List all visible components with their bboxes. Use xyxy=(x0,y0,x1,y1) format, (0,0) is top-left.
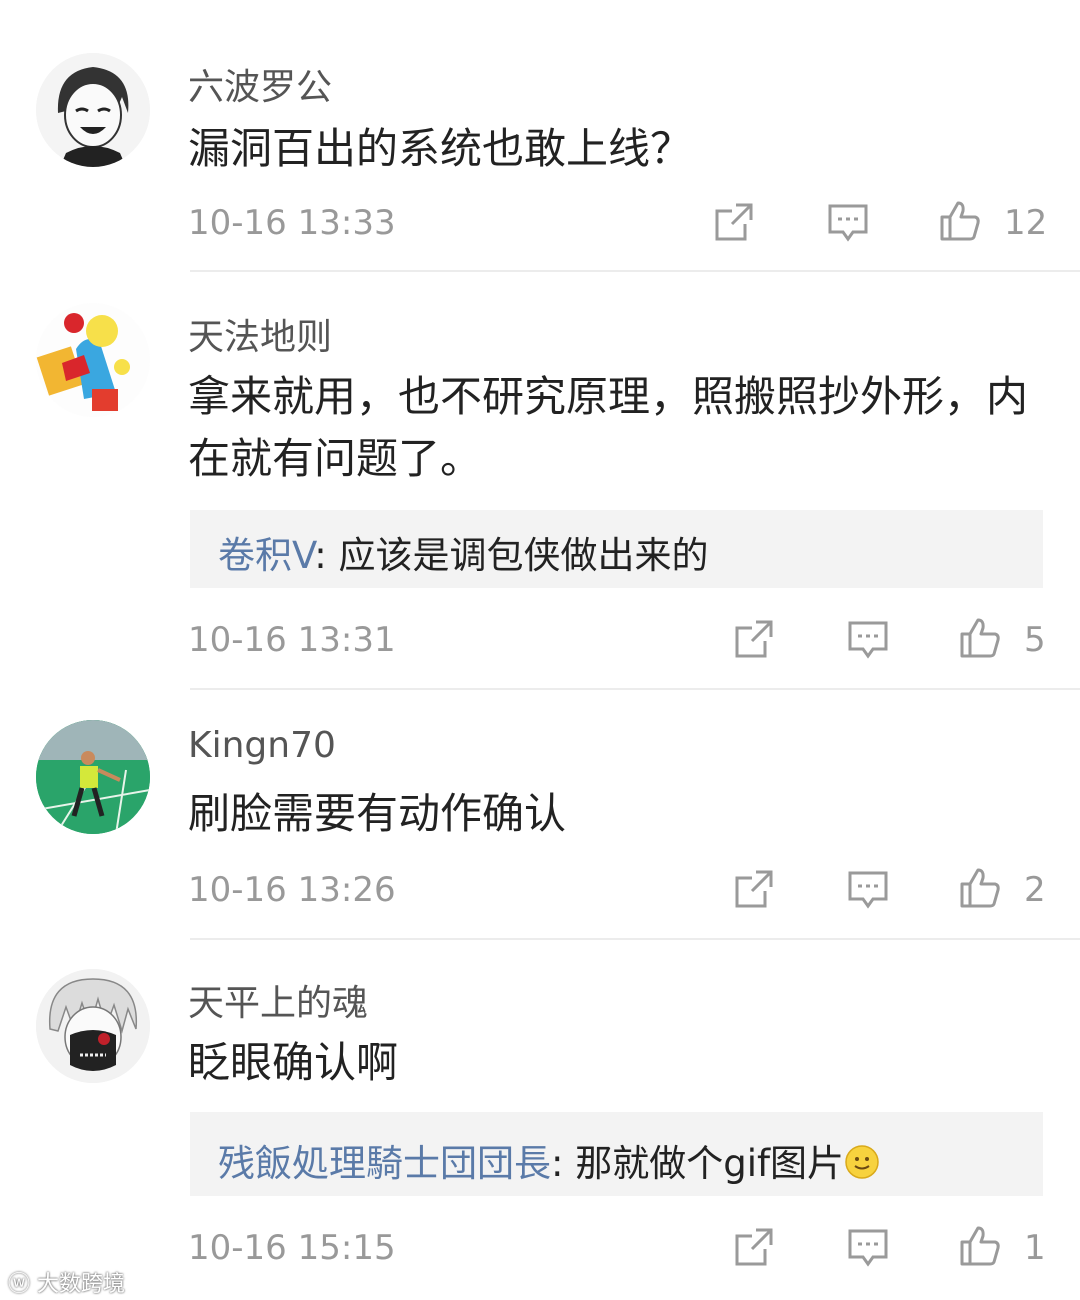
avatar[interactable] xyxy=(36,303,150,417)
divider xyxy=(190,270,1080,272)
share-button[interactable] xyxy=(732,867,776,911)
comment-icon xyxy=(848,621,888,659)
share-icon xyxy=(735,1228,773,1266)
comment-button[interactable] xyxy=(846,1225,890,1269)
comment-icon xyxy=(828,204,868,242)
username[interactable]: 天平上的魂 xyxy=(188,974,368,1026)
reply-username[interactable]: 卷积V xyxy=(218,534,314,577)
comment-text: 眨眼确认啊 xyxy=(188,1038,399,1087)
comment-icon xyxy=(848,1229,888,1267)
timestamp: 10-16 13:33 xyxy=(188,203,396,243)
reply-text: : 应该是调包侠做出来的 xyxy=(314,534,709,577)
timestamp: 10-16 15:15 xyxy=(188,1228,396,1268)
username[interactable]: 六波罗公 xyxy=(188,58,332,110)
thumbs-up-icon xyxy=(960,618,1000,658)
reply-username[interactable]: 残飯処理騎士団団長 xyxy=(218,1142,551,1185)
thumbs-up-icon xyxy=(960,868,1000,908)
comment-text: 漏洞百出的系统也敢上线？ xyxy=(188,124,693,173)
badminton-player-avatar-icon xyxy=(36,720,150,834)
comment-text: 拿来就用，也不研究原理，照搬照抄外形，内在就有问题了。 xyxy=(188,372,1029,483)
share-button[interactable] xyxy=(732,1225,776,1269)
avatar[interactable] xyxy=(36,969,150,1083)
comment-button[interactable] xyxy=(846,617,890,661)
divider xyxy=(190,688,1080,690)
share-icon xyxy=(735,870,773,908)
share-icon xyxy=(715,203,753,241)
like-button[interactable] xyxy=(958,616,1002,660)
reply-preview[interactable]: 残飯処理騎士団団長: 那就做个gif图片 xyxy=(190,1112,1043,1196)
thumbs-up-icon xyxy=(940,201,980,241)
reply-text: : 那就做个gif图片 xyxy=(551,1142,845,1185)
divider xyxy=(190,938,1080,940)
manga-boy-avatar-icon xyxy=(36,53,150,167)
avatar[interactable] xyxy=(36,53,150,167)
comment-button[interactable] xyxy=(826,200,870,244)
share-button[interactable] xyxy=(732,617,776,661)
timestamp: 10-16 13:26 xyxy=(188,870,396,910)
masked-anime-avatar-icon xyxy=(36,969,150,1083)
share-button[interactable] xyxy=(712,200,756,244)
like-count: 12 xyxy=(1004,203,1048,243)
watermark: ⓦ 大数跨境 xyxy=(8,1266,125,1298)
comment-text: 刷脸需要有动作确认 xyxy=(188,789,567,838)
like-count: 5 xyxy=(1024,620,1046,660)
watermark-text: 大数跨境 xyxy=(37,1272,126,1297)
weibo-logo-icon: ⓦ xyxy=(8,1272,31,1297)
timestamp: 10-16 13:31 xyxy=(188,620,396,660)
comment-button[interactable] xyxy=(846,867,890,911)
comment-icon xyxy=(848,871,888,909)
like-count: 2 xyxy=(1024,870,1046,910)
like-count: 1 xyxy=(1024,1228,1046,1268)
like-button[interactable] xyxy=(958,1224,1002,1268)
like-button[interactable] xyxy=(958,866,1002,910)
username[interactable]: 天法地则 xyxy=(188,308,332,360)
thumbs-up-icon xyxy=(960,1226,1000,1266)
username[interactable]: Kingn70 xyxy=(188,725,336,766)
like-button[interactable] xyxy=(938,199,982,243)
share-icon xyxy=(735,620,773,658)
reply-preview[interactable]: 卷积V: 应该是调包侠做出来的 xyxy=(190,510,1043,588)
smiley-emoji-icon xyxy=(844,1116,880,1179)
avatar[interactable] xyxy=(36,720,150,834)
cartoon-character-avatar-icon xyxy=(36,303,150,417)
